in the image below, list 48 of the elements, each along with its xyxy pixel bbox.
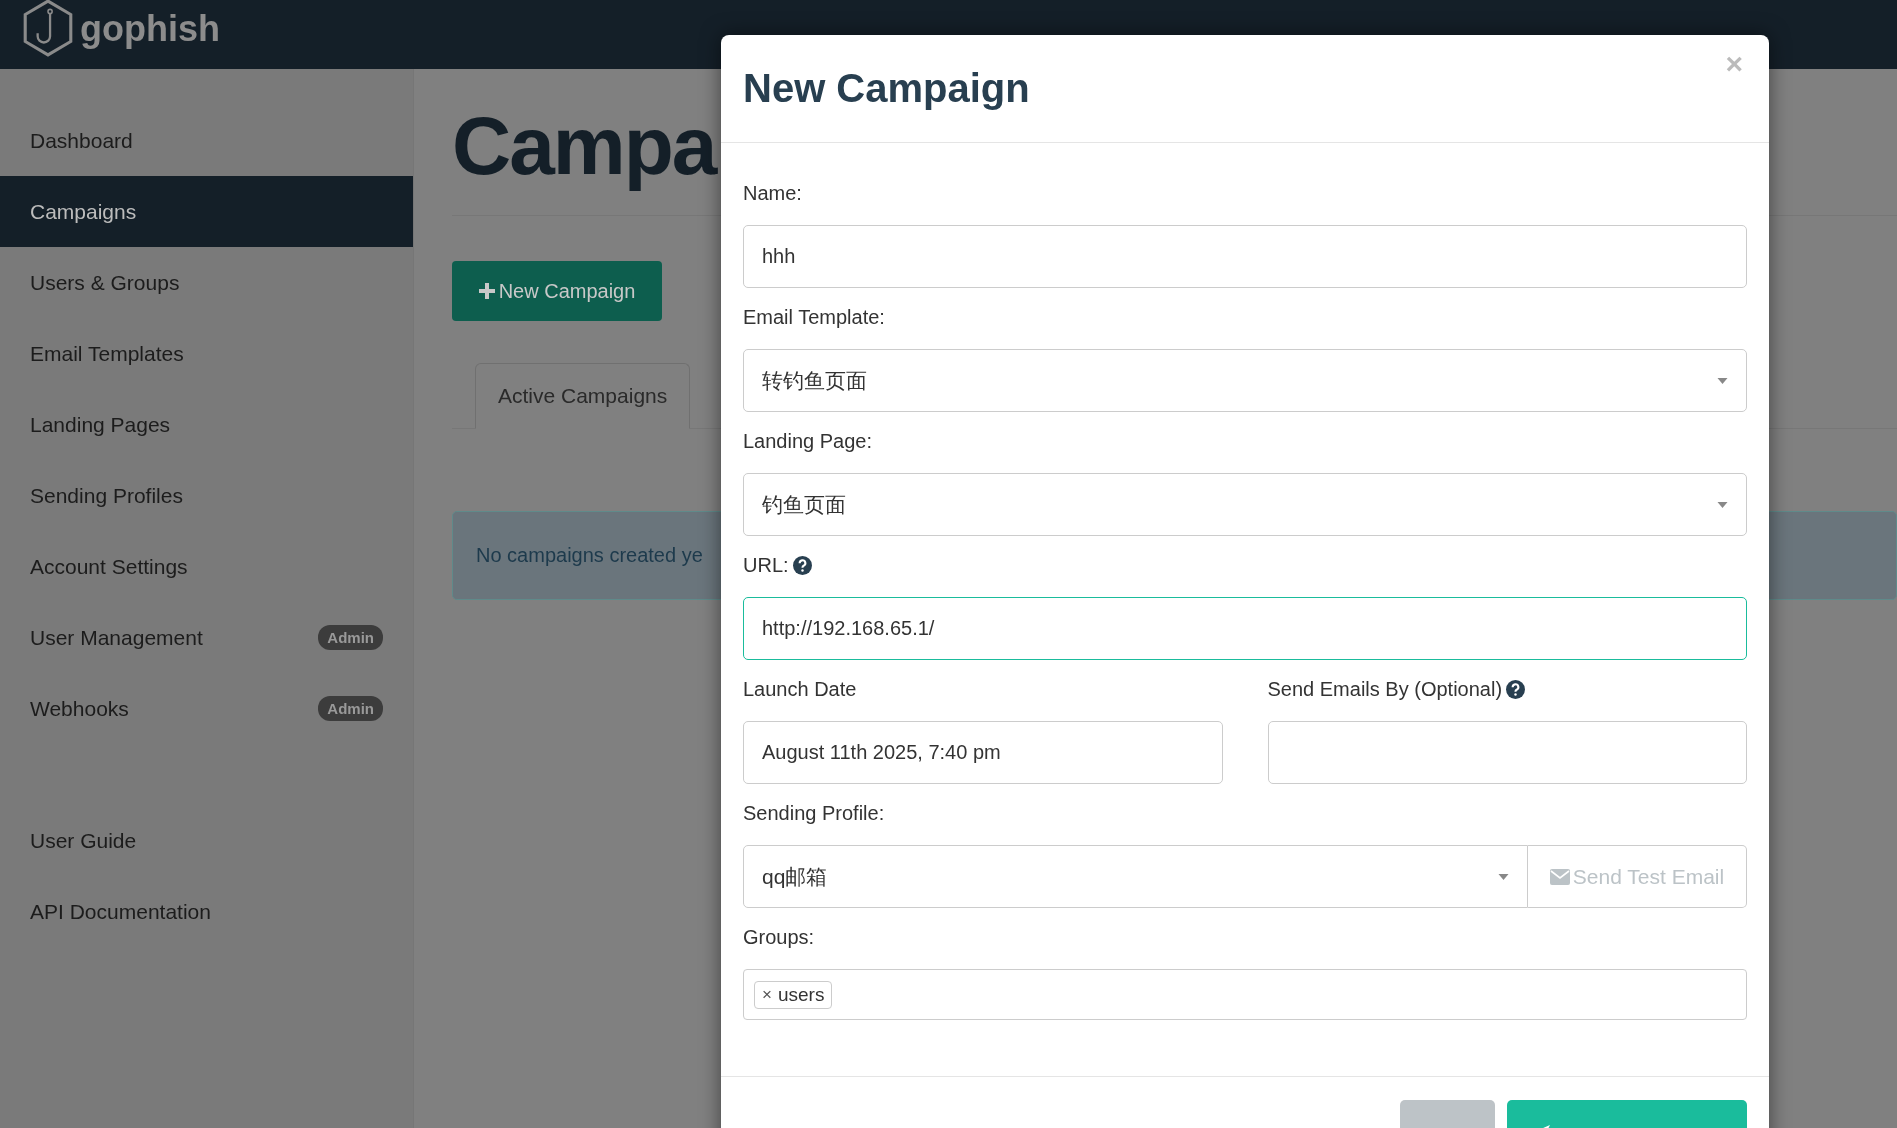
field-label: URL: (743, 553, 789, 577)
input-field[interactable]: hhh (743, 225, 1747, 288)
sidebar-item-label: Sending Profiles (30, 483, 183, 508)
field-label: Groups: (743, 925, 815, 949)
select-value: 钓鱼页面 (762, 491, 846, 518)
field-label: Sending Profile: (743, 801, 885, 825)
select-value: 转钓鱼页面 (762, 367, 867, 394)
sidebar-item[interactable]: Dashboard (0, 105, 413, 176)
select-value: qq邮箱 (762, 863, 828, 890)
sidebar-item-label: Landing Pages (30, 412, 171, 437)
sidebar-item-label: Email Templates (30, 341, 184, 366)
sidebar-link[interactable]: API Documentation (0, 876, 413, 947)
sidebar-item[interactable]: Sending Profiles (0, 460, 413, 531)
sidebar-item[interactable]: Email Templates (0, 318, 413, 389)
select-field[interactable]: qq邮箱 (743, 845, 1528, 908)
sidebar-item[interactable]: Webhooks Admin (0, 673, 413, 744)
groups-field[interactable]: × users (743, 969, 1747, 1020)
modal-title: New Campaign (743, 66, 1030, 111)
sidebar-item[interactable]: User Management Admin (0, 602, 413, 673)
select-field[interactable]: 钓鱼页面 (743, 473, 1747, 536)
admin-badge: Admin (318, 696, 383, 721)
brand-name[interactable]: gophish (80, 7, 220, 50)
field-label: Email Template: (743, 305, 885, 329)
tab[interactable]: Active Campaigns (475, 363, 691, 429)
input-field[interactable]: August 11th 2025, 7:40 pm (743, 721, 1223, 784)
sidebar-item-label: Campaigns (30, 199, 137, 224)
field-label: Name: (743, 181, 802, 205)
admin-badge: Admin (318, 625, 383, 650)
sidebar-item[interactable]: Landing Pages (0, 389, 413, 460)
input-field[interactable]: http://192.168.65.1/ (743, 597, 1747, 660)
field-label: Send Emails By (Optional) (1267, 677, 1503, 701)
sidebar-link[interactable]: User Guide (0, 805, 413, 876)
field-label: Landing Page: (743, 429, 872, 453)
sidebar-item-label: Users & Groups (30, 270, 180, 295)
field-label: Launch Date (743, 677, 857, 701)
remove-tag-button[interactable]: × (762, 984, 772, 1005)
sidebar-item-label: User Management (30, 625, 203, 650)
select-field[interactable]: 转钓鱼页面 (743, 349, 1747, 412)
new-campaign-button[interactable]: New Campaign (452, 261, 662, 321)
sidebar-item-label: Dashboard (30, 128, 133, 153)
sidebar-item-label: Webhooks (30, 696, 129, 721)
sidebar-item[interactable]: Account Settings (0, 531, 413, 602)
alert-message: No campaigns created ye (476, 544, 703, 567)
sidebar-item-label: Account Settings (30, 554, 188, 579)
sidebar-item[interactable]: Campaigns (0, 176, 413, 247)
page-title: Campa (452, 99, 716, 193)
sidebar-item[interactable]: Users & Groups (0, 247, 413, 318)
tag-label: users (777, 983, 825, 1006)
